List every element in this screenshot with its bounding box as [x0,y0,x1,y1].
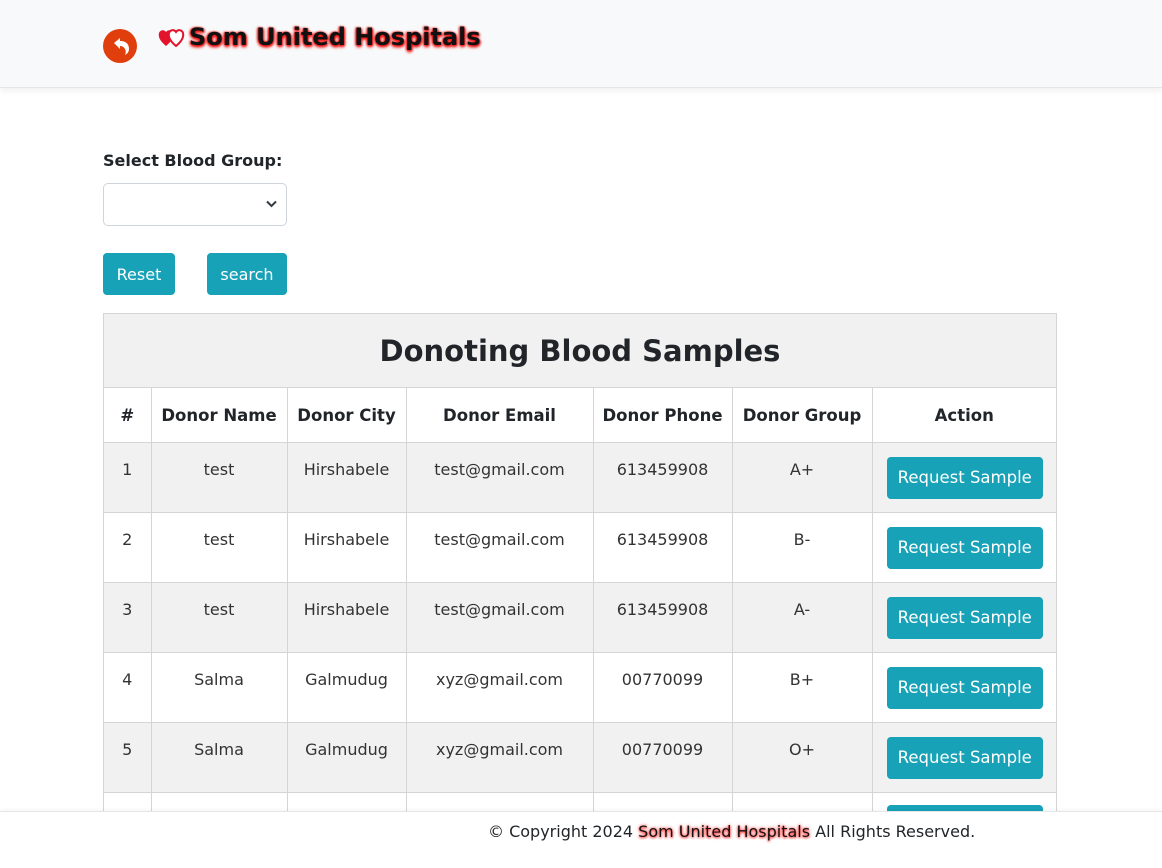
donor-email: xyz@gmail.com [406,722,594,793]
chevron-down-icon [266,200,277,208]
donor-name: test [151,442,288,513]
action-cell: Request Sample [872,442,1056,513]
donor-email: test@gmail.com [406,442,594,513]
donors-table-card: Donoting Blood Samples # Donor Name Dono… [103,313,1057,864]
donor-name: Salma [151,652,288,723]
donor-city: Hirshabele [287,442,407,513]
request-sample-button[interactable]: Request Sample [886,526,1043,569]
donors-table: # Donor Name Donor City Donor Email Dono… [104,388,1056,863]
donor-city: Hirshabele [287,512,407,583]
column-header-action: Action [872,388,1056,443]
row-number: 3 [104,582,152,653]
donor-group: O+ [732,722,873,793]
footer-brand: Som United Hospitals [638,822,811,841]
row-number: 5 [104,722,152,793]
top-navbar: Som United Hospitals [0,0,1162,88]
footer: © Copyright 2024 Som United Hospitals Al… [0,811,1162,868]
donor-city: Galmudug [287,652,407,723]
request-sample-button[interactable]: Request Sample [886,596,1043,639]
table-row: 2 test Hirshabele test@gmail.com 6134599… [104,512,1056,583]
row-number: 1 [104,442,152,513]
table-row: 1 test Hirshabele test@gmail.com 6134599… [104,442,1056,513]
table-title: Donoting Blood Samples [104,314,1056,388]
donor-city: Hirshabele [287,582,407,653]
donor-name: Salma [151,722,288,793]
blood-group-select[interactable] [103,183,287,226]
donor-phone: 613459908 [593,582,733,653]
donor-group: B- [732,512,873,583]
action-cell: Request Sample [872,512,1056,583]
copyright-suffix: All Rights Reserved. [815,822,976,841]
row-number: 2 [104,512,152,583]
donor-name: test [151,512,288,583]
table-header-row: # Donor Name Donor City Donor Email Dono… [104,388,1056,443]
request-sample-button[interactable]: Request Sample [886,456,1043,499]
reset-button[interactable]: Reset [103,253,175,295]
column-header-donor-group: Donor Group [732,388,873,443]
copyright-prefix: © Copyright 2024 [488,822,634,841]
column-header-donor-name: Donor Name [151,388,288,443]
action-cell: Request Sample [872,652,1056,723]
request-sample-button[interactable]: Request Sample [886,736,1043,779]
search-button[interactable]: search [207,253,287,295]
donor-city: Galmudug [287,722,407,793]
hearts-icon [158,29,185,48]
table-row: 3 test Hirshabele test@gmail.com 6134599… [104,582,1056,653]
row-number: 4 [104,652,152,723]
action-cell: Request Sample [872,722,1056,793]
donor-email: xyz@gmail.com [406,652,594,723]
column-header-donor-email: Donor Email [406,388,594,443]
donor-name: test [151,582,288,653]
column-header-number: # [104,388,152,443]
column-header-donor-city: Donor City [287,388,407,443]
brand[interactable]: Som United Hospitals [157,20,481,54]
donor-group: A- [732,582,873,653]
back-arrow-icon[interactable] [103,29,137,63]
donor-phone: 613459908 [593,512,733,583]
copyright-text: © Copyright 2024 Som United Hospitals Al… [488,822,975,841]
request-sample-button[interactable]: Request Sample [886,666,1043,709]
table-row: 4 Salma Galmudug xyz@gmail.com 00770099 … [104,652,1056,723]
donor-phone: 00770099 [593,722,733,793]
donor-group: A+ [732,442,873,513]
donor-group: B+ [732,652,873,723]
blood-group-label: Select Blood Group: [103,151,283,170]
brand-name: Som United Hospitals [189,23,481,51]
donor-phone: 00770099 [593,652,733,723]
column-header-donor-phone: Donor Phone [593,388,733,443]
donor-email: test@gmail.com [406,582,594,653]
donor-phone: 613459908 [593,442,733,513]
table-row: 5 Salma Galmudug xyz@gmail.com 00770099 … [104,722,1056,793]
action-cell: Request Sample [872,582,1056,653]
donor-email: test@gmail.com [406,512,594,583]
